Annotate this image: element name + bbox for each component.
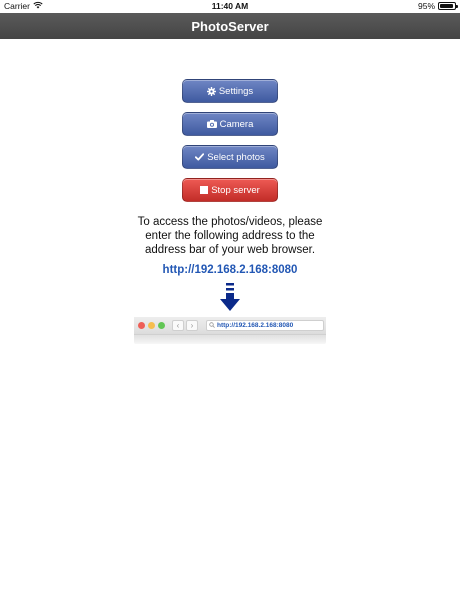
app-title: PhotoServer	[191, 18, 269, 34]
settings-button[interactable]: Settings	[182, 79, 278, 103]
stop-square-icon	[200, 186, 209, 194]
down-arrow-icon	[220, 283, 240, 318]
battery-icon	[438, 2, 458, 10]
checkmark-icon	[195, 153, 205, 161]
instructions-text: To access the photos/videos, please ente…	[110, 215, 350, 257]
browser-illustration: ‹ › http://192.168.2.168:8080	[134, 317, 326, 344]
search-icon	[209, 321, 215, 330]
select-photos-button-label: Select photos	[207, 151, 265, 163]
nav-bar: PhotoServer	[0, 13, 460, 39]
camera-icon	[206, 120, 217, 128]
gear-icon	[206, 86, 216, 96]
browser-url-bar: http://192.168.2.168:8080	[206, 320, 324, 331]
status-time: 11:40 AM	[211, 1, 249, 11]
stop-server-button-label: Stop server	[211, 184, 260, 196]
status-right: 95%	[417, 1, 458, 11]
status-bar: Carrier 11:40 AM 95%	[0, 0, 460, 13]
instructions-line-3: address bar of your web browser.	[144, 244, 316, 256]
settings-button-label: Settings	[218, 85, 254, 97]
browser-back-icon: ‹	[172, 320, 184, 331]
battery-fill	[440, 4, 454, 8]
browser-toolbar: ‹ › http://192.168.2.168:8080	[134, 317, 326, 335]
instructions-line-1: To access the photos/videos, please	[137, 216, 323, 228]
browser-minimize-icon	[148, 322, 155, 329]
instructions-line-2: enter the following address to the	[145, 230, 315, 242]
camera-button[interactable]: Camera	[182, 112, 278, 136]
browser-maximize-icon	[158, 322, 165, 329]
browser-forward-icon: ›	[186, 320, 198, 331]
stop-server-button[interactable]: Stop server	[182, 178, 278, 202]
camera-button-label: Camera	[219, 118, 254, 130]
server-address[interactable]: http://192.168.2.168:8080	[0, 264, 460, 276]
select-photos-button[interactable]: Select photos	[182, 145, 278, 169]
browser-url-text: http://192.168.2.168:8080	[217, 322, 294, 329]
battery-percent: 95%	[417, 1, 435, 11]
browser-close-icon	[138, 322, 145, 329]
